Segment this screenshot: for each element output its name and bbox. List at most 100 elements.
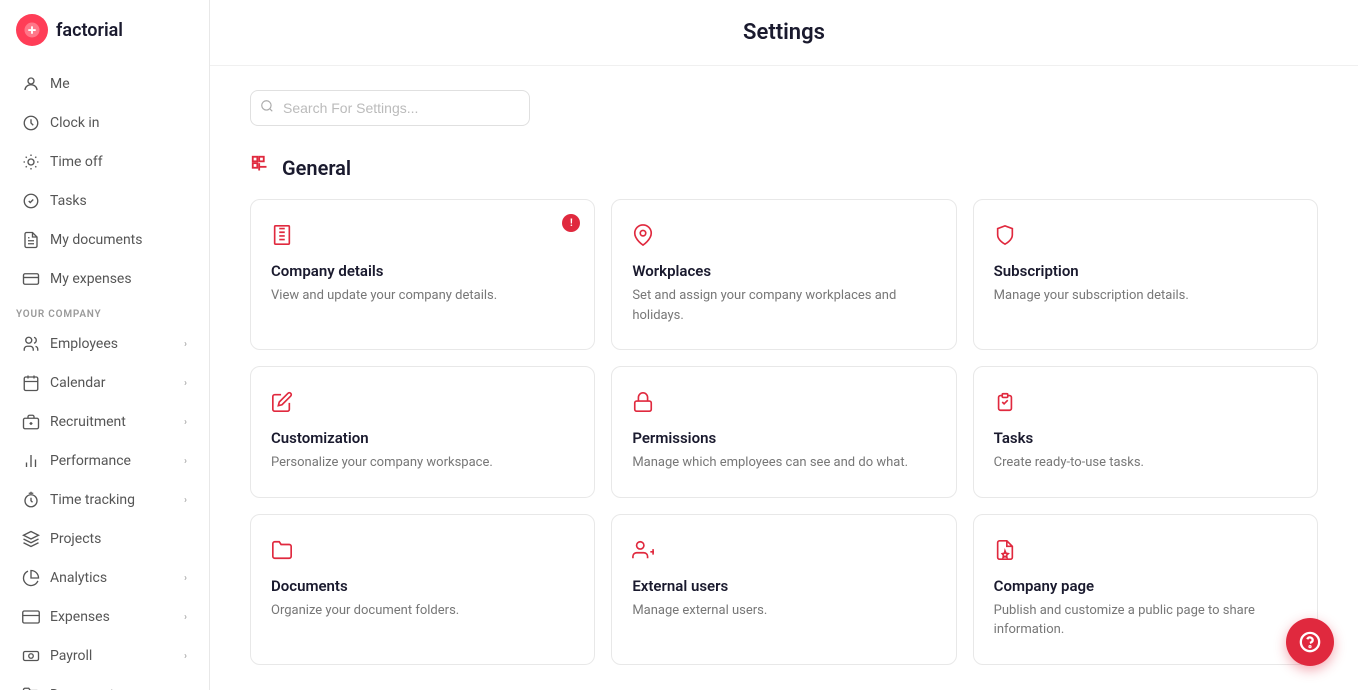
card-workplaces[interactable]: Workplaces Set and assign your company w… [611,199,956,350]
card-company-page[interactable]: Company page Publish and customize a pub… [973,514,1318,665]
sidebar-item-recruitment[interactable]: Recruitment › [6,403,203,441]
card-desc-workplaces: Set and assign your company workplaces a… [632,286,935,325]
card-title-company-page: Company page [994,577,1297,595]
sidebar-label-performance: Performance [50,453,131,469]
sidebar-item-performance[interactable]: Performance › [6,442,203,480]
card-title-permissions: Permissions [632,429,935,447]
page-header: Settings [210,0,1358,66]
chevron-icon: › [184,339,187,350]
calendar-icon [22,374,40,392]
sidebar-label-time-off: Time off [50,154,103,170]
sidebar-item-clock-in[interactable]: Clock in [6,104,203,142]
sidebar-item-time-tracking[interactable]: Time tracking › [6,481,203,519]
document-star-icon [994,539,1297,567]
settings-content: General ! Company details View and updat… [210,66,1358,690]
card-desc-subscription: Manage your subscription details. [994,286,1297,306]
card-permissions[interactable]: Permissions Manage which employees can s… [611,366,956,498]
bar-chart-icon [22,452,40,470]
location-icon [632,224,935,252]
chevron-icon: › [184,456,187,467]
chevron-icon: › [184,651,187,662]
person-icon [22,75,40,93]
help-fab[interactable] [1286,618,1334,666]
chevron-icon: › [184,417,187,428]
pen-icon [271,391,574,419]
card-customization[interactable]: Customization Personalize your company w… [250,366,595,498]
logo-icon [16,14,48,46]
sidebar-label-me: Me [50,76,70,92]
sidebar-item-documents[interactable]: Documents › [6,676,203,690]
sidebar-item-my-documents[interactable]: My documents [6,221,203,259]
card-title-customization: Customization [271,429,574,447]
card-tasks-settings[interactable]: Tasks Create ready-to-use tasks. [973,366,1318,498]
sidebar-label-payroll: Payroll [50,648,92,664]
sidebar-label-my-expenses: My expenses [50,271,132,287]
settings-cards-grid: ! Company details View and update your c… [250,199,1318,665]
card-title-workplaces: Workplaces [632,262,935,280]
pie-chart-icon [22,569,40,587]
money-icon [22,647,40,665]
file-icon [22,231,40,249]
chevron-icon: › [184,612,187,623]
sidebar-item-me[interactable]: Me [6,65,203,103]
sidebar-label-my-documents: My documents [50,232,142,248]
company-section-label: YOUR COMPANY [0,299,209,324]
lock-icon [632,391,935,419]
dollar-icon [22,270,40,288]
general-title: General [282,156,351,180]
sidebar-label-time-tracking: Time tracking [50,492,135,508]
sidebar-item-time-off[interactable]: Time off [6,143,203,181]
sidebar: factorial Me Clock in Time off [0,0,210,690]
folder-icon [22,686,40,690]
briefcase-icon [22,413,40,431]
card-title-subscription: Subscription [994,262,1297,280]
search-input[interactable] [250,90,530,126]
sidebar-item-analytics[interactable]: Analytics › [6,559,203,597]
sidebar-item-calendar[interactable]: Calendar › [6,364,203,402]
page-title: Settings [250,20,1318,45]
sidebar-item-tasks[interactable]: Tasks [6,182,203,220]
chevron-icon: › [184,378,187,389]
chevron-icon: › [184,495,187,506]
sidebar-label-clock-in: Clock in [50,115,100,131]
card-desc-permissions: Manage which employees can see and do wh… [632,453,935,473]
card-documents-settings[interactable]: Documents Organize your document folders… [250,514,595,665]
card-title-external-users: External users [632,577,935,595]
general-section-title: General [250,154,1318,181]
sidebar-item-employees[interactable]: Employees › [6,325,203,363]
logo[interactable]: factorial [0,0,209,60]
clock-icon [22,114,40,132]
main-content-area: Settings General ! Company detai [210,0,1358,690]
card-external-users[interactable]: External users Manage external users. [611,514,956,665]
sidebar-item-payroll[interactable]: Payroll › [6,637,203,675]
logo-text: factorial [56,20,123,41]
users-icon [22,335,40,353]
shield-icon [994,224,1297,252]
card-desc-company-page: Publish and customize a public page to s… [994,601,1297,640]
sidebar-item-projects[interactable]: Projects [6,520,203,558]
chevron-icon: › [184,573,187,584]
credit-card-icon [22,608,40,626]
building-icon [271,224,574,252]
card-desc-external-users: Manage external users. [632,601,935,621]
sidebar-label-recruitment: Recruitment [50,414,126,430]
card-subscription[interactable]: Subscription Manage your subscription de… [973,199,1318,350]
sidebar-item-my-expenses[interactable]: My expenses [6,260,203,298]
card-desc-documents-settings: Organize your document folders. [271,601,574,621]
sidebar-label-calendar: Calendar [50,375,106,391]
timer-icon [22,491,40,509]
search-icon [260,99,274,117]
alert-badge: ! [562,214,580,232]
card-company-details[interactable]: ! Company details View and update your c… [250,199,595,350]
card-title-documents-settings: Documents [271,577,574,595]
sidebar-item-expenses[interactable]: Expenses › [6,598,203,636]
general-icon [250,154,272,181]
check-circle-icon [22,192,40,210]
card-desc-tasks-settings: Create ready-to-use tasks. [994,453,1297,473]
layers-icon [22,530,40,548]
card-desc-company-details: View and update your company details. [271,286,574,306]
sidebar-label-employees: Employees [50,336,118,352]
sidebar-label-projects: Projects [50,531,101,547]
sun-icon [22,153,40,171]
search-wrapper [250,90,530,126]
